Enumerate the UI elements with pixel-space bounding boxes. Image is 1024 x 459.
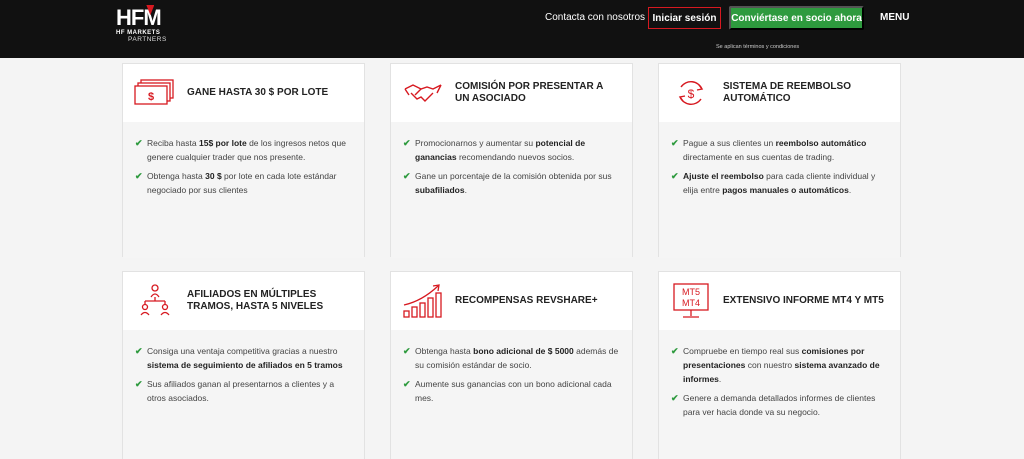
card-title: GANE HASTA 30 $ POR LOTE (187, 87, 329, 98)
list-item: ✔ Genere a demanda detallados informes de… (671, 393, 876, 417)
list-item: ✔ Obtenga hasta 30 $ por lote en cada lot… (135, 171, 337, 195)
mt4-label: MT4 (682, 298, 700, 308)
affiliate-tree-icon (133, 283, 177, 319)
growth-chart-icon (401, 283, 445, 319)
feature-card: $ SISTEMA DE REEMBOLSO AUTOMÁTICO ✔ Pague… (658, 63, 901, 258)
check-icon: ✔ (135, 171, 143, 181)
check-icon: ✔ (403, 346, 411, 356)
check-icon: ✔ (135, 379, 143, 389)
list-item: ✔ Promocionarnos y aumentar su potencial … (403, 138, 586, 162)
check-icon: ✔ (403, 379, 411, 389)
feature-card: MT5 MT4 EXTENSIVO INFORME MT4 Y MT5 ✔ Com… (658, 271, 901, 459)
card-title: RECOMPENSAS REVSHARE+ (455, 295, 598, 306)
money-icon: $ (133, 75, 177, 111)
top-header: HFM HF MARKETS PARTNERS Contacta con nos… (0, 0, 1024, 58)
login-button[interactable]: Iniciar sesión (648, 7, 721, 29)
monitor-icon: MT5 MT4 (669, 283, 713, 319)
check-icon: ✔ (135, 138, 143, 148)
list-item: ✔ Ajuste el reembolso para cada cliente i… (671, 171, 876, 195)
handshake-icon (401, 75, 445, 111)
check-icon: ✔ (671, 171, 679, 181)
mt5-label: MT5 (682, 287, 700, 297)
contact-link[interactable]: Contacta con nosotros (545, 12, 645, 23)
terms-note[interactable]: Se aplican términos y condiciones (716, 44, 799, 50)
check-icon: ✔ (403, 138, 411, 148)
become-partner-button[interactable]: Conviértase en socio ahora (729, 6, 864, 30)
list-item: ✔ Pague a sus clientes un reembolso autom… (671, 138, 867, 162)
card-title: AFILIADOS EN MÚLTIPLES TRAMOS, HASTA 5 N… (187, 289, 324, 312)
list-item: ✔ Aumente sus ganancias con un bono adici… (403, 379, 612, 403)
feature-card: $ GANE HASTA 30 $ POR LOTE ✔ Reciba hasta… (122, 63, 365, 258)
list-item: ✔ Compruebe en tiempo real sus comisiones… (671, 346, 880, 384)
logo-m: M (143, 5, 161, 30)
logo-hf: HF (116, 5, 144, 30)
card-title: EXTENSIVO INFORME MT4 Y MT5 (723, 295, 884, 306)
hfm-logo[interactable]: HFM HF MARKETS PARTNERS (116, 7, 178, 47)
feature-card: RECOMPENSAS REVSHARE+ ✔ Obtenga hasta bon… (390, 271, 633, 459)
menu-button[interactable]: MENU (880, 12, 909, 23)
feature-card: COMISIÓN POR PRESENTAR A UN ASOCIADO ✔ Pr… (390, 63, 633, 258)
list-item: ✔ Consiga una ventaja competitiva gracias… (135, 346, 343, 370)
check-icon: ✔ (671, 138, 679, 148)
svg-text:$: $ (688, 87, 695, 101)
card-title: SISTEMA DE REEMBOLSO AUTOMÁTICO (723, 81, 851, 104)
logo-partners: PARTNERS (128, 36, 167, 43)
list-item: ✔ Obtenga hasta bono adicional de $ 5000 … (403, 346, 619, 370)
card-title: COMISIÓN POR PRESENTAR A UN ASOCIADO (455, 81, 603, 104)
list-item: ✔ Sus afiliados ganan al presentarnos a c… (135, 379, 335, 403)
check-icon: ✔ (671, 346, 679, 356)
svg-text:$: $ (148, 91, 154, 103)
refund-icon: $ (669, 75, 713, 111)
check-icon: ✔ (135, 346, 143, 356)
list-item: ✔ Gane un porcentaje de la comisión obten… (403, 171, 612, 195)
list-item: ✔ Reciba hasta 15$ por lote de los ingres… (135, 138, 346, 162)
check-icon: ✔ (403, 171, 411, 181)
check-icon: ✔ (671, 393, 679, 403)
feature-card: AFILIADOS EN MÚLTIPLES TRAMOS, HASTA 5 N… (122, 271, 365, 459)
